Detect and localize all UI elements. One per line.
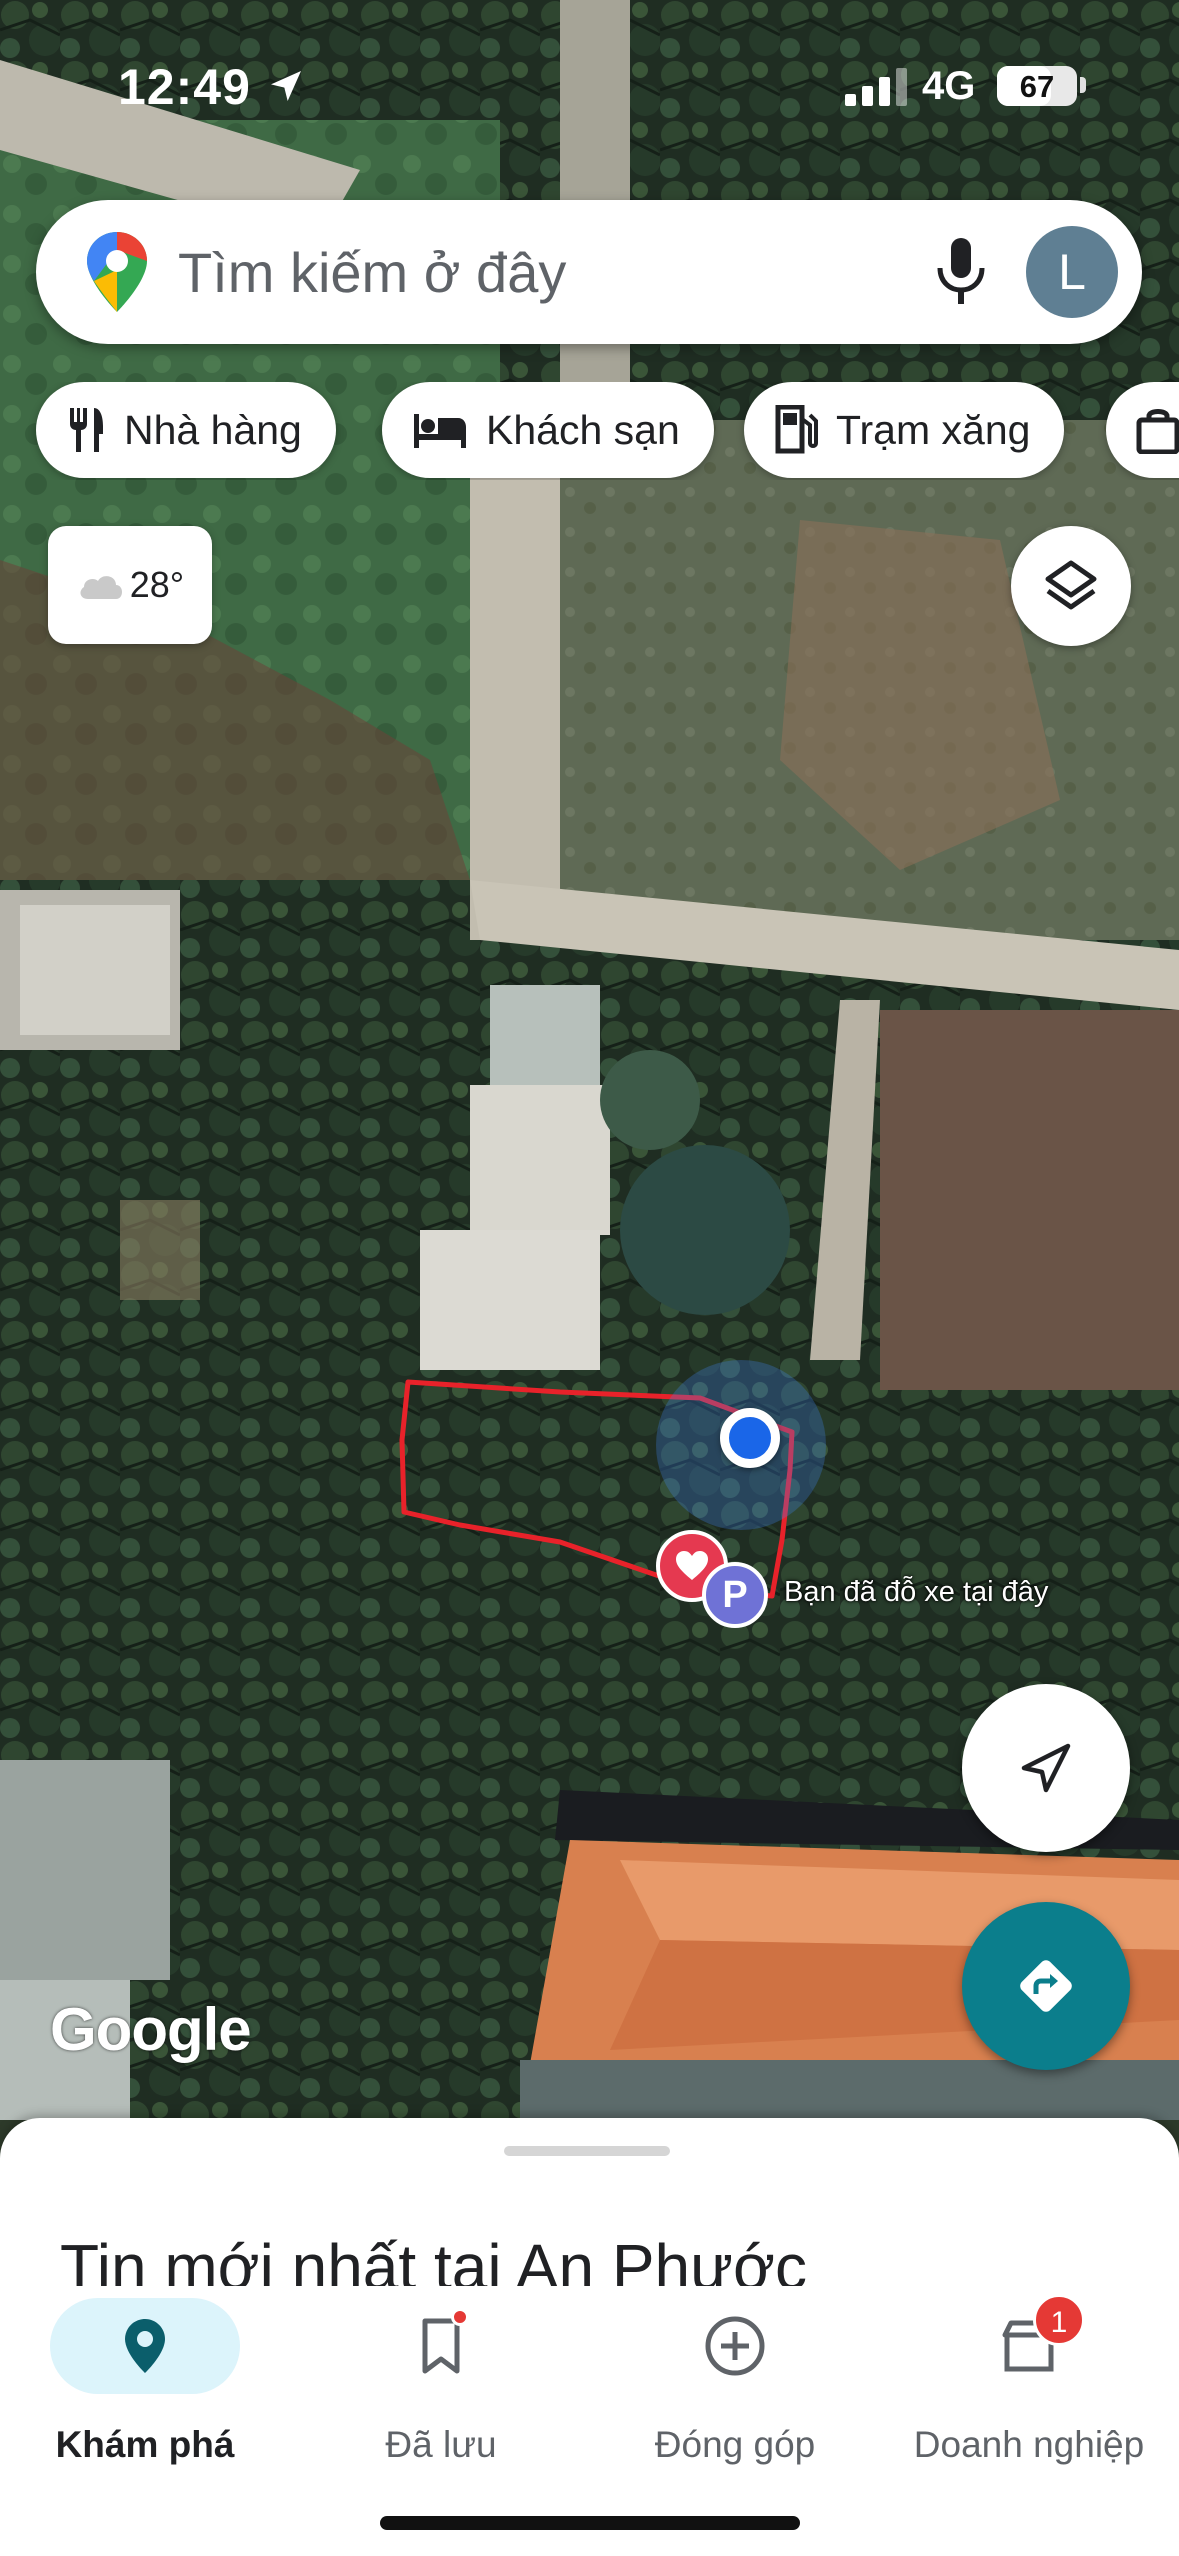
chip-shopping[interactable] [1106,382,1179,478]
sheet-drag-handle[interactable] [504,2146,670,2156]
battery-icon: 67 [997,66,1077,106]
temperature: 28° [129,564,185,605]
chip-label: Nhà hàng [124,406,302,453]
tab-label: Khám phá [55,2424,235,2465]
status-bar: 12:49 4G 67 [0,0,1179,150]
network-type: 4G [922,64,976,108]
chip-restaurants[interactable]: Nhà hàng [36,382,336,478]
tab-explore[interactable]: Khám phá [50,2286,240,2486]
parking-label[interactable]: Bạn đã đỗ xe tại đây [784,1576,1048,1609]
my-location-button[interactable] [962,1684,1130,1852]
microphone-icon[interactable] [934,236,988,308]
tab-label: Doanh nghiệp [913,2424,1145,2465]
chip-label: Khách sạn [486,406,680,453]
tab-label: Đóng góp [654,2424,816,2465]
layers-icon [1045,560,1097,610]
explore-pin-icon [123,2308,167,2384]
maps-pin-icon [87,232,147,312]
notification-dot [451,2308,469,2326]
weather-chip[interactable]: 28° [48,526,212,644]
bookmark-icon [419,2308,469,2384]
bed-icon [412,410,468,450]
tab-saved[interactable]: Đã lưu [346,2286,536,2486]
cellular-signal-icon [845,68,907,106]
directions-button[interactable] [962,1902,1130,2070]
business-store-icon: 1 [999,2294,1085,2384]
tab-label: Đã lưu [385,2424,497,2465]
category-chips: Nhà hàng Khách sạn Trạm xăng [0,382,1179,480]
shopping-bag-icon [1136,406,1179,454]
layers-button[interactable] [1011,526,1131,646]
account-avatar[interactable]: L [1026,226,1118,318]
directions-icon [1020,1960,1072,2012]
search-bar[interactable]: Tìm kiếm ở đây L [36,200,1142,344]
clock: 12:49 [118,59,251,115]
add-circle-icon [704,2308,766,2384]
chip-hotels[interactable]: Khách sạn [382,382,714,478]
chip-gas-stations[interactable]: Trạm xăng [744,382,1065,478]
location-arrow-icon [271,71,301,101]
cloud-icon [80,576,122,599]
search-input[interactable]: Tìm kiếm ở đây [178,240,566,305]
battery-percent: 67 [1019,69,1055,104]
navigation-arrow-icon [1021,1743,1071,1793]
chip-label: Trạm xăng [836,406,1031,453]
parking-marker-icon[interactable]: P [702,1562,768,1628]
tab-contribute[interactable]: Đóng góp [640,2286,830,2486]
restaurant-icon [66,406,106,454]
notification-badge: 1 [1033,2294,1085,2346]
current-location-dot[interactable] [720,1408,780,1468]
google-attribution: Google [50,1996,252,2063]
gas-station-icon [774,405,818,455]
battery-tip [1080,77,1086,93]
tab-business[interactable]: 1 Doanh nghiệp [914,2286,1144,2486]
home-indicator[interactable] [380,2516,800,2530]
